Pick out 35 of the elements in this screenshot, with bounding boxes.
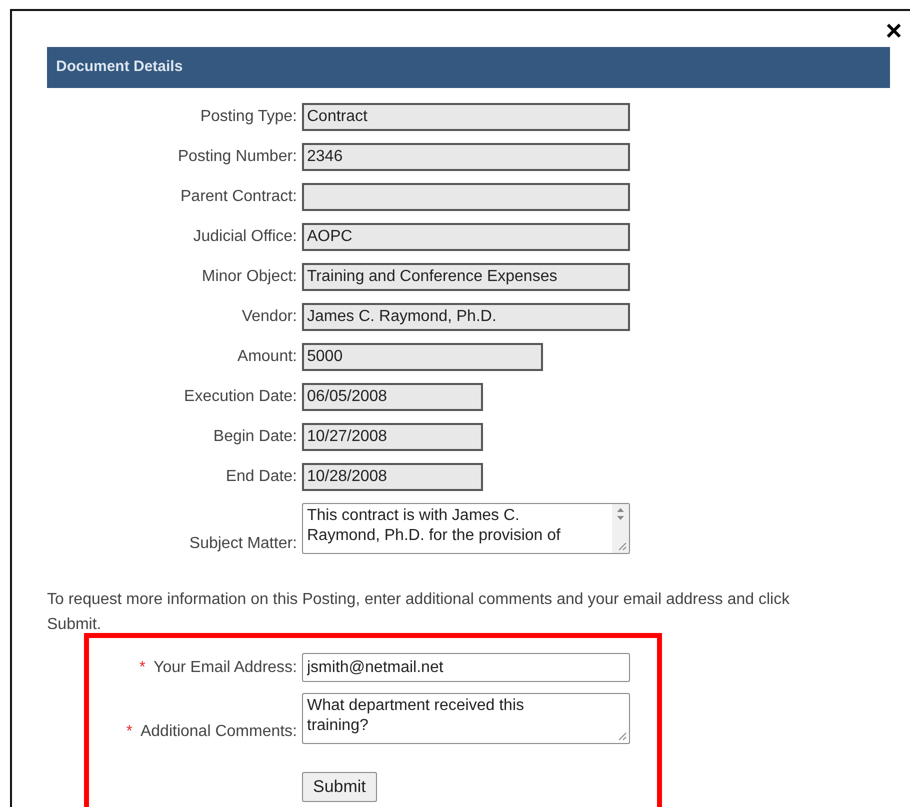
readonly-field[interactable]: 10/28/2008: [302, 463, 483, 491]
required-asterisk: *: [126, 722, 132, 742]
scrollbar[interactable]: [612, 504, 629, 553]
readonly-field[interactable]: AOPC: [302, 223, 630, 251]
field-label: Posting Number:: [176, 147, 298, 167]
field-label: Parent Contract:: [180, 187, 298, 207]
readonly-field[interactable]: 5000: [302, 343, 543, 371]
readonly-field[interactable]: 2346: [302, 143, 630, 171]
field-label: Posting Type:: [199, 107, 298, 127]
field-label: Judicial Office:: [192, 227, 298, 247]
readonly-field[interactable]: 10/27/2008: [302, 423, 483, 451]
field-label: Vendor:: [240, 307, 298, 327]
field-label: Minor Object:: [200, 267, 298, 287]
field-label: Your Email Address:: [154, 658, 297, 678]
field-label: End Date:: [224, 467, 298, 487]
submit-button[interactable]: Submit: [302, 772, 377, 802]
dialog-title: Document Details: [56, 57, 183, 78]
comments-textarea[interactable]: What department received this training?: [302, 693, 630, 744]
field-label: Amount:: [236, 347, 298, 367]
readonly-field[interactable]: [302, 183, 630, 211]
request-instructions: To request more information on this Posting, enter additional comments and your email address and click Submit.: [47, 590, 791, 635]
field-label: Execution Date:: [183, 387, 298, 407]
resize-grip-icon[interactable]: [617, 731, 627, 741]
scroll-arrows-icon[interactable]: [616, 507, 625, 521]
field-label: Begin Date:: [212, 427, 298, 447]
close-button[interactable]: ×: [886, 17, 902, 45]
field-label: Additional Comments:: [140, 722, 297, 742]
readonly-field[interactable]: James C. Raymond, Ph.D.: [302, 303, 630, 331]
subject-textarea[interactable]: This contract is with James C. Raymond, Ph.D. for the provision of: [302, 503, 630, 554]
resize-grip-icon[interactable]: [617, 541, 627, 551]
readonly-field[interactable]: Contract: [302, 103, 630, 131]
readonly-field[interactable]: Training and Conference Expenses: [302, 263, 630, 291]
field-label: Subject Matter:: [188, 534, 298, 554]
readonly-field[interactable]: 06/05/2008: [302, 383, 483, 411]
required-asterisk: *: [139, 658, 146, 678]
